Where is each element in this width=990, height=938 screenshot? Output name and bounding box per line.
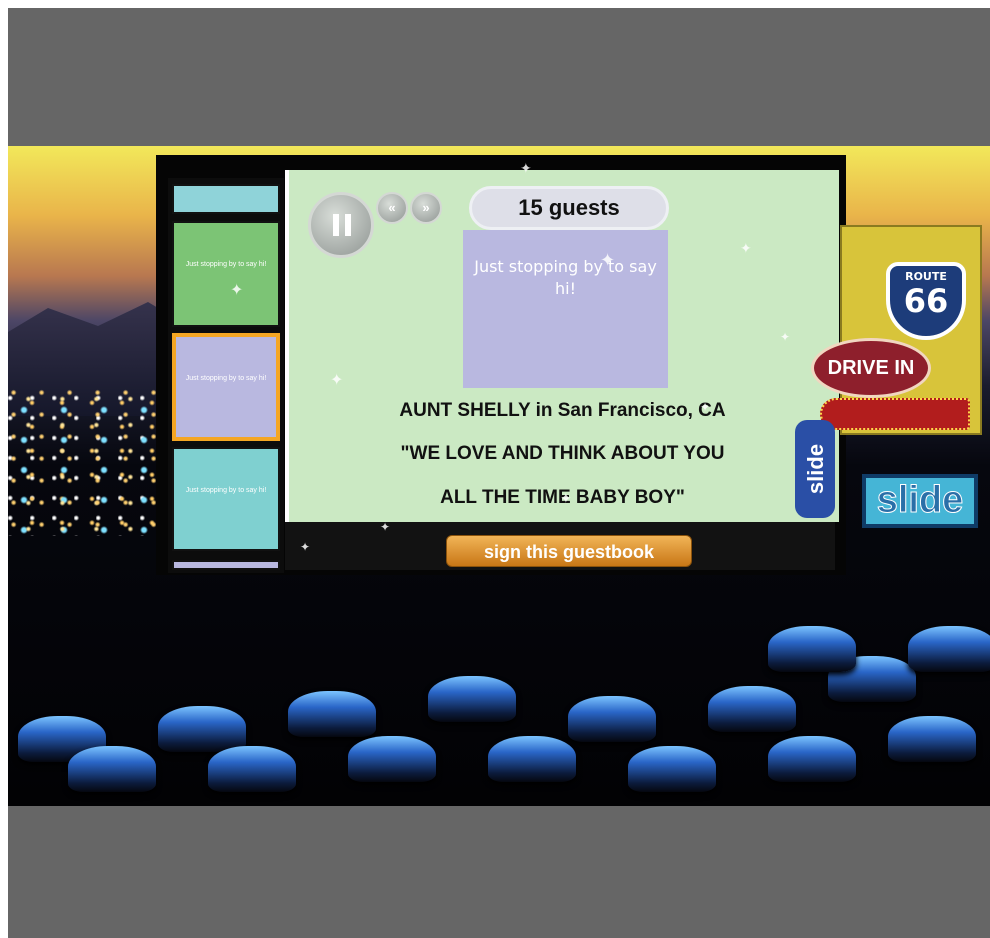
car [68, 746, 156, 792]
drive-in-sign: DRIVE IN [811, 338, 931, 398]
pause-button[interactable] [308, 192, 374, 258]
rewind-icon: « [388, 200, 396, 215]
pause-icon [333, 214, 339, 236]
thumbnail-text: Just stopping by to say hi! [185, 261, 267, 268]
parked-cars [8, 596, 990, 806]
car [158, 706, 246, 752]
guest-count-badge: 15 guests [469, 186, 669, 230]
thumbnail-2-active[interactable]: Just stopping by to say hi! [172, 333, 280, 441]
car [628, 746, 716, 792]
route-66-shield: ROUTE 66 [886, 262, 966, 340]
next-button[interactable]: » [410, 192, 442, 224]
car [288, 691, 376, 737]
neon-arrow-icon [820, 398, 970, 430]
slide-tab[interactable]: slide [795, 420, 835, 518]
car [888, 716, 976, 762]
car [348, 736, 436, 782]
route-number: 66 [903, 282, 949, 320]
car [428, 676, 516, 722]
car [488, 736, 576, 782]
thumbnail-text: Just stopping by to say hi! [185, 375, 267, 382]
city-lights [8, 386, 178, 536]
car [908, 626, 990, 672]
thumbnail-1[interactable]: Just stopping by to say hi! [172, 221, 280, 327]
card-text: Just stopping by to say hi! [474, 257, 657, 298]
previous-button[interactable]: « [376, 192, 408, 224]
car [208, 746, 296, 792]
car [768, 736, 856, 782]
entry-message-line-1: "WE LOVE AND THINK ABOUT YOU [400, 443, 725, 464]
entry-author: AUNT SHELLY in San Francisco, CA [399, 400, 726, 421]
guest-card: Just stopping by to say hi! [463, 230, 668, 388]
slide-logo[interactable]: slide [862, 474, 978, 528]
thumbnail-text: Just stopping by to say hi! [185, 487, 267, 494]
thumbnail-3[interactable]: Just stopping by to say hi! [172, 447, 280, 551]
car [708, 686, 796, 732]
fast-forward-icon: » [422, 200, 430, 215]
sign-guestbook-button[interactable]: sign this guestbook [446, 535, 692, 567]
thumbnail-4-partial[interactable] [172, 560, 280, 570]
slide-tab-label: slide [803, 443, 828, 495]
entry-message-line-2: ALL THE TIME BABY BOY" [440, 487, 685, 508]
car [768, 626, 856, 672]
car [568, 696, 656, 742]
thumbnail-0[interactable] [172, 184, 280, 214]
